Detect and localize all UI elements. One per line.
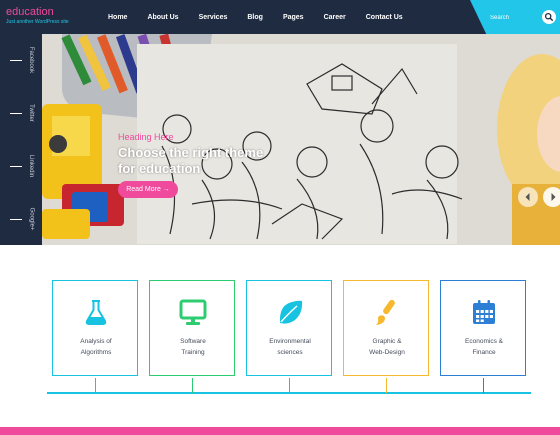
main-nav: Home About Us Services Blog Pages Career… — [98, 0, 413, 34]
social-link-facebook[interactable]: Facebook — [0, 34, 42, 86]
social-label-google-plus: Google+ — [28, 207, 35, 231]
card-stem — [95, 378, 96, 393]
social-label-linkedin: Linkedin — [28, 154, 35, 178]
slider-next-button[interactable] — [543, 187, 560, 207]
feature-card-label-line1: Software — [180, 338, 206, 345]
feature-card-label: Analysis of Algorithms — [53, 336, 139, 358]
footer-stripe — [0, 427, 560, 435]
calendar-icon — [473, 300, 495, 324]
social-label-twitter: Twitter — [27, 104, 34, 122]
hero-heading: Heading Here — [118, 132, 174, 142]
nav-item-contact-us[interactable]: Contact Us — [356, 14, 413, 21]
nav-item-pages[interactable]: Pages — [273, 14, 314, 21]
flask-icon — [85, 300, 107, 325]
feature-card-label-line1: Economics & — [465, 338, 503, 345]
feature-card-label: Environmental sciences — [247, 336, 333, 358]
feature-card-label-line1: Graphic & — [372, 338, 402, 345]
card-stem — [192, 378, 193, 393]
nav-item-career[interactable]: Career — [314, 14, 356, 21]
search-area — [470, 0, 560, 34]
social-sidebar: Facebook Twitter Linkedin Google+ — [0, 34, 42, 245]
nav-item-services[interactable]: Services — [189, 14, 238, 21]
hero-slider: Heading Here Choose the right theme for … — [42, 34, 560, 245]
nav-item-about-us[interactable]: About Us — [137, 14, 188, 21]
nav-item-home[interactable]: Home — [98, 14, 137, 21]
hero-title: Choose the right theme for education — [118, 145, 264, 176]
social-link-twitter[interactable]: Twitter — [0, 87, 42, 139]
feature-card-environmental[interactable]: Environmental sciences — [246, 280, 333, 393]
slider-prev-button[interactable] — [518, 187, 538, 207]
monitor-icon — [179, 299, 207, 325]
page: education Just another WordPress site Ho… — [0, 0, 560, 435]
social-link-linkedin[interactable]: Linkedin — [0, 140, 42, 192]
feature-card-label-line2: Web-Design — [369, 349, 405, 356]
nav-item-blog[interactable]: Blog — [237, 14, 273, 21]
chevron-right-icon — [551, 193, 556, 201]
feature-card-label-line2: Finance — [472, 349, 496, 356]
feature-card-label-line2: sciences — [277, 349, 303, 356]
leaf-icon — [279, 300, 303, 324]
feature-card-label-line1: Environmental — [269, 338, 311, 345]
chevron-left-icon — [525, 193, 530, 201]
social-link-google-plus[interactable]: Google+ — [0, 193, 42, 245]
search-icon — [544, 12, 554, 22]
feature-card-label: Economics & Finance — [441, 336, 527, 358]
feature-card-label: Software Training — [150, 336, 236, 358]
feature-card-label-line1: Analysis of — [80, 338, 112, 345]
site-title[interactable]: education — [6, 6, 69, 18]
feature-card-software[interactable]: Software Training — [149, 280, 236, 393]
site-tagline: Just another WordPress site — [6, 19, 69, 25]
card-stem — [483, 378, 484, 393]
card-stem — [289, 378, 290, 393]
site-brand[interactable]: education Just another WordPress site — [6, 6, 69, 26]
search-input[interactable] — [490, 12, 538, 23]
feature-card-economics[interactable]: Economics & Finance — [440, 280, 527, 393]
read-more-button[interactable]: Read More → — [118, 181, 178, 198]
feature-card-label-line2: Algorithms — [80, 349, 112, 356]
social-label-facebook: Facebook — [28, 46, 35, 74]
feature-card-label: Graphic & Web-Design — [344, 336, 430, 358]
feature-card-algorithms[interactable]: Analysis of Algorithms — [52, 280, 139, 393]
feature-card-graphic-design[interactable]: Graphic & Web-Design — [343, 280, 430, 393]
search-button[interactable] — [542, 10, 556, 24]
card-stem — [386, 378, 387, 393]
site-header: education Just another WordPress site Ho… — [0, 0, 560, 34]
feature-card-label-line2: Training — [181, 349, 205, 356]
paintbrush-icon — [376, 299, 395, 325]
